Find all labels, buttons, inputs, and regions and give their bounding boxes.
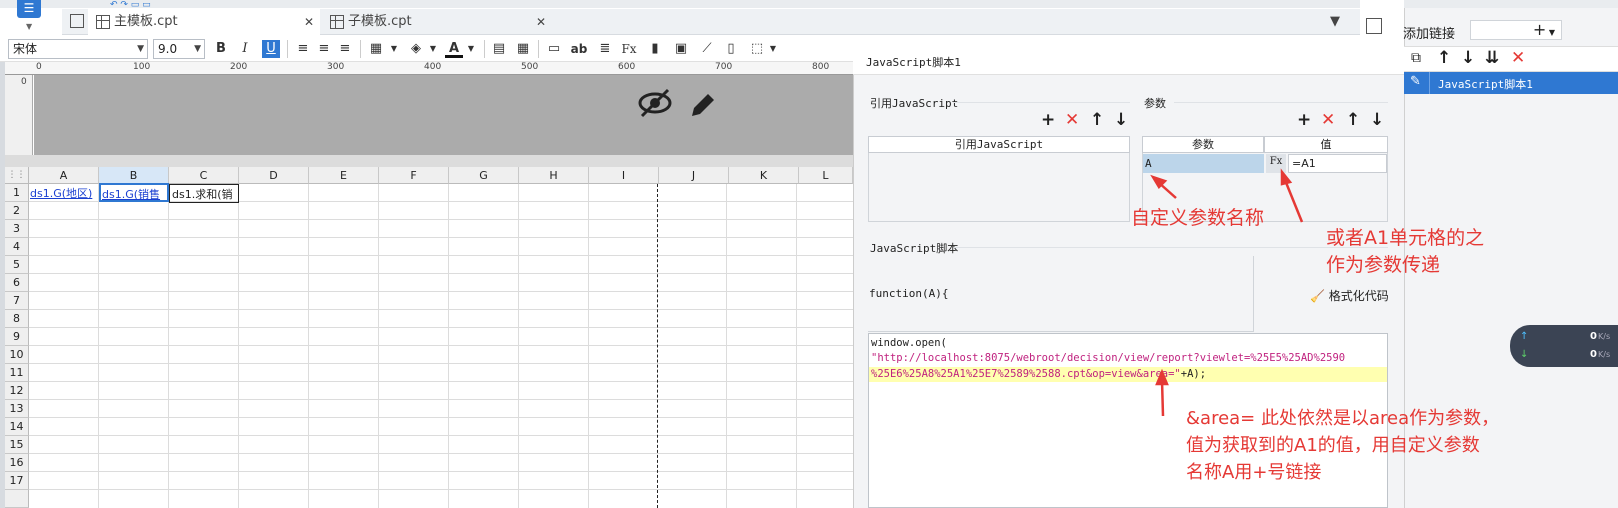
annotation-cell-value-2: 作为参数传递 — [1326, 254, 1441, 276]
annotation-param-name: 自定义参数名称 — [1131, 207, 1265, 229]
annotation-area-3: 名称A用+号链接 — [1186, 462, 1322, 483]
annotation-area-2: 值为获取到的A1的值，用自定义参数 — [1186, 435, 1480, 456]
annotation-cell-value-1: 或者A1单元格的之 — [1326, 227, 1485, 249]
annotation-area-1: &area= 此处依然是以area作为参数， — [1186, 408, 1500, 429]
